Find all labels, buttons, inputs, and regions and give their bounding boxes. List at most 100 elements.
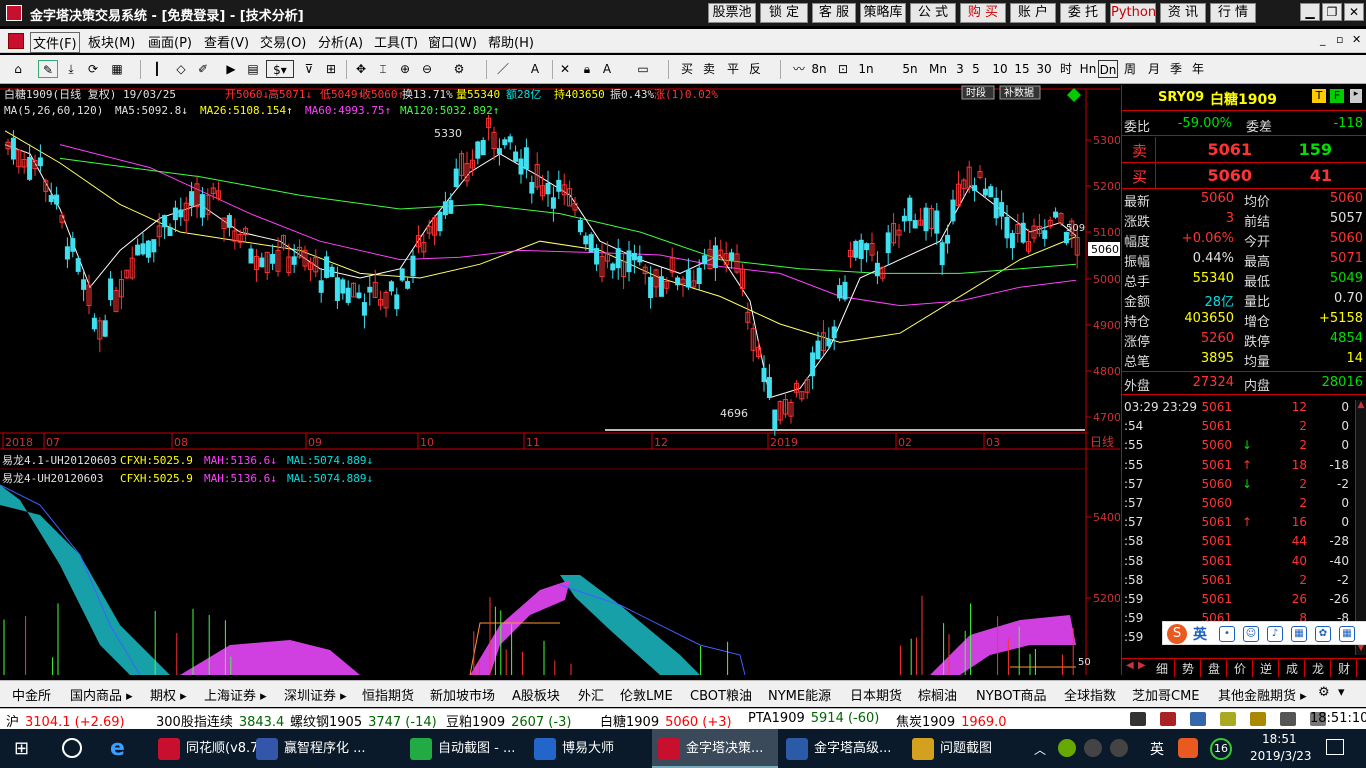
tray-plus-icon[interactable] — [1058, 739, 1076, 757]
menu-item-1[interactable]: 板块(M) — [88, 32, 135, 51]
tick-list[interactable]: 03:29 23:29 5061 12 0:54 5061 2 0:55 5060 ↓ 2 0:55… — [1122, 398, 1366, 658]
order-button-3[interactable]: 反 — [746, 60, 764, 78]
tabs-settings-icon[interactable]: ⚙ — [1318, 685, 1330, 700]
period-button-12[interactable]: 月 — [1144, 60, 1164, 78]
search-icon[interactable] — [62, 738, 82, 758]
chart-icon[interactable] — [1190, 712, 1206, 726]
mini-tab-0[interactable]: 细 — [1156, 660, 1176, 677]
taskbar-app-3[interactable]: 博易大师 — [528, 729, 650, 768]
mini-tab-3[interactable]: 价 — [1234, 660, 1254, 677]
period-button-0[interactable]: 1n — [856, 60, 876, 78]
currency-button[interactable]: $▾ — [266, 60, 294, 78]
ime-lang[interactable]: 英 — [1193, 624, 1207, 644]
ticker-item[interactable]: PTA1909 5914 (-60) — [748, 711, 879, 726]
filter-icon[interactable]: ⊽ — [300, 60, 318, 78]
menu-item-2[interactable]: 画面(P) — [148, 32, 192, 51]
window-icon[interactable]: ▭ — [636, 60, 650, 78]
ime-skin-icon[interactable]: ✿ — [1315, 626, 1331, 642]
market-tab-9[interactable]: 伦敦LME — [620, 685, 673, 704]
tool-8n[interactable]: 8n — [810, 60, 828, 78]
chart-area[interactable]: 白糖1909(日线 复权) 19/03/25 开5060↓ 高5071↓ 低5049↑… — [0, 85, 1121, 676]
kline-icon[interactable]: ⊡ — [834, 60, 852, 78]
delete-icon[interactable]: ✕ — [558, 60, 572, 78]
ticker-item[interactable]: 300股指连续 3843.4 — [156, 711, 284, 730]
action-center-icon[interactable] — [1326, 739, 1344, 755]
period-button-11[interactable]: 周 — [1120, 60, 1140, 78]
top-button-3[interactable]: 策略库 — [860, 3, 906, 23]
ticker-item[interactable]: 螺纹钢1905 3747 (-14) — [290, 711, 437, 730]
market-tab-13[interactable]: 棕榈油 — [918, 685, 957, 704]
f-icon[interactable]: F — [1330, 89, 1344, 103]
period-button-10[interactable]: Dn — [1098, 60, 1118, 78]
lock-icon[interactable]: 🔒︎ — [580, 60, 594, 78]
download-icon[interactable]: ⤓ — [62, 60, 80, 78]
market-tab-1[interactable]: 国内商品 ▸ — [70, 685, 133, 704]
mini-tab-2[interactable]: 盘 — [1208, 660, 1228, 677]
card-icon[interactable] — [1280, 712, 1296, 726]
tick-scrollbar[interactable] — [1355, 400, 1366, 655]
tabs-more-icon[interactable]: ▾ — [1338, 685, 1345, 700]
ime-keyboard-icon[interactable]: ▦ — [1291, 626, 1307, 642]
minimize-button[interactable]: ▁ — [1300, 3, 1320, 21]
money-icon[interactable] — [1250, 712, 1266, 726]
ticker-item[interactable]: 豆粕1909 2607 (-3) — [446, 711, 571, 730]
market-tab-12[interactable]: 日本期货 — [850, 685, 902, 704]
market-tab-0[interactable]: 中金所 — [12, 685, 51, 704]
edge-icon[interactable]: e — [110, 737, 134, 761]
diamond-icon[interactable]: ◇ — [172, 60, 190, 78]
restore-button[interactable]: ❐ — [1322, 3, 1342, 21]
market-tab-4[interactable]: 深圳证券 ▸ — [284, 685, 347, 704]
menu-item-6[interactable]: 工具(T) — [374, 32, 418, 51]
report-icon[interactable]: ▤ — [244, 60, 262, 78]
draw-pen-icon[interactable]: ✎ — [38, 60, 58, 78]
tray-network-icon[interactable] — [1084, 739, 1102, 757]
top-button-10[interactable]: 行 情 — [1210, 3, 1256, 23]
home-icon[interactable]: ⌂ — [8, 60, 28, 78]
top-button-1[interactable]: 锁 定 — [760, 3, 808, 23]
market-tab-15[interactable]: 全球指数 — [1064, 685, 1116, 704]
period-button-4[interactable]: 5 — [966, 60, 986, 78]
top-button-2[interactable]: 客 服 — [812, 3, 856, 23]
line-draw-icon[interactable]: ／ — [494, 60, 512, 78]
market-tab-14[interactable]: NYBOT商品 — [976, 685, 1047, 704]
taskbar-app-0[interactable]: 同花顺(v8.70... — [152, 729, 279, 768]
tray-volume-icon[interactable] — [1110, 739, 1128, 757]
market-tab-3[interactable]: 上海证券 ▸ — [204, 685, 267, 704]
play-icon[interactable]: ▶ — [222, 60, 240, 78]
market-tab-11[interactable]: NYME能源 — [768, 685, 831, 704]
period-button-2[interactable]: Mn — [928, 60, 948, 78]
order-button-2[interactable]: 平 — [724, 60, 742, 78]
line-chart-icon[interactable]: 〰 — [790, 60, 808, 78]
period-button-5[interactable]: 10 — [990, 60, 1010, 78]
period-button-1[interactable]: 5n — [900, 60, 920, 78]
taskbar-app-1[interactable]: 赢智程序化 ... — [250, 729, 400, 768]
candle-icon[interactable]: ┃ — [148, 60, 166, 78]
mini-tab-1[interactable]: 势 — [1182, 660, 1202, 677]
market-tab-17[interactable]: 其他金融期货 ▸ — [1218, 685, 1307, 704]
period-button-7[interactable]: 30 — [1034, 60, 1054, 78]
edit-icon[interactable]: ✐ — [194, 60, 212, 78]
ticker-item[interactable]: 焦炭1909 1969.0 — [896, 711, 1007, 730]
menu-item-3[interactable]: 查看(V) — [204, 32, 249, 51]
tray-sogou-icon[interactable] — [1178, 738, 1198, 758]
mdi-minimize-button[interactable]: _ — [1320, 33, 1326, 46]
scroll-up-icon[interactable]: ▲ — [1356, 400, 1366, 410]
tray-lang[interactable]: 英 — [1150, 739, 1164, 759]
cursor-icon[interactable]: ⌶ — [374, 60, 392, 78]
sogou-icon[interactable]: S — [1167, 624, 1187, 644]
menu-item-8[interactable]: 帮助(H) — [488, 32, 534, 51]
order-button-1[interactable]: 卖 — [700, 60, 718, 78]
mini-tab-7[interactable]: 财 — [1338, 660, 1358, 677]
period-button-8[interactable]: 时 — [1056, 60, 1076, 78]
menu-item-5[interactable]: 分析(A) — [318, 32, 363, 51]
close-button[interactable]: ✕ — [1344, 3, 1364, 21]
market-tab-5[interactable]: 恒指期货 — [362, 685, 414, 704]
menu-item-7[interactable]: 窗口(W) — [428, 32, 477, 51]
ticker-item[interactable]: 白糖1909 5060 (+3) — [600, 711, 732, 730]
coins-icon[interactable] — [1220, 712, 1236, 726]
panel-collapse-icon[interactable]: ▸ — [1350, 89, 1362, 103]
top-button-8[interactable]: Python — [1110, 3, 1156, 23]
mdi-close-button[interactable]: ✕ — [1352, 33, 1361, 46]
ime-menu-icon[interactable]: ▦ — [1339, 626, 1355, 642]
market-tab-7[interactable]: A股板块 — [512, 685, 560, 704]
